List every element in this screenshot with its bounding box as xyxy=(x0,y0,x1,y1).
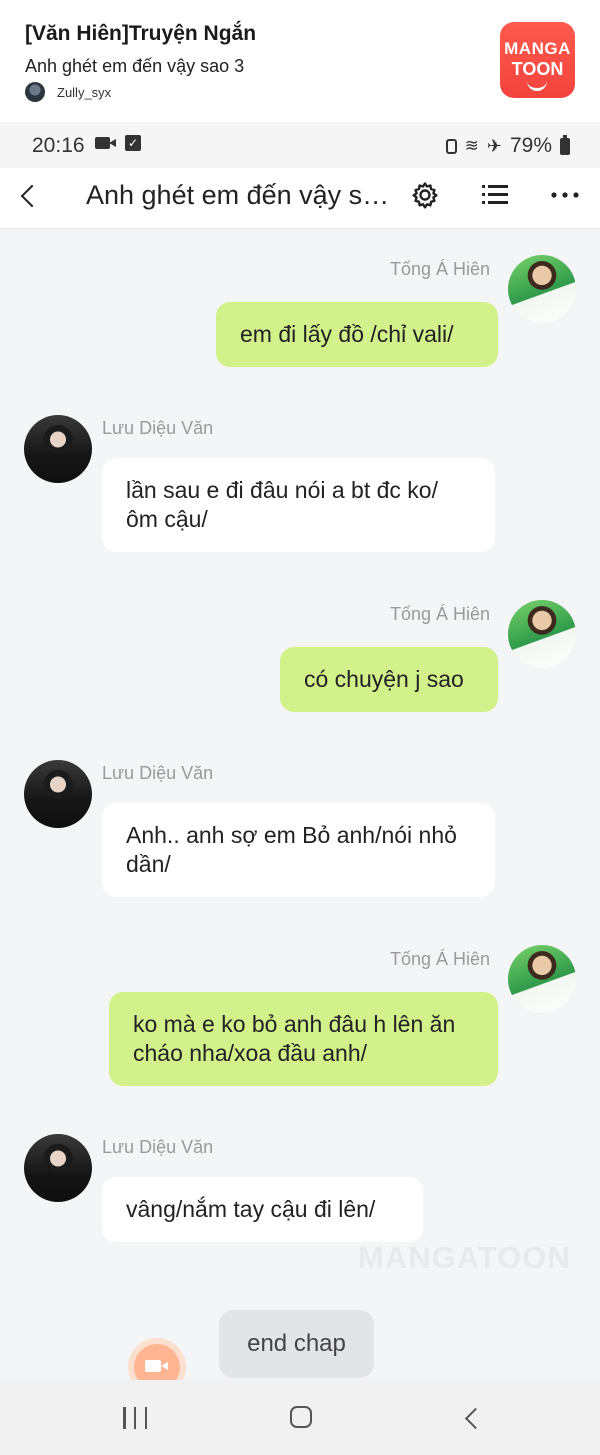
battery-icon xyxy=(560,134,570,155)
episode-title: Anh ghét em đến vậy sao 3 xyxy=(25,56,245,76)
logo-smile xyxy=(527,80,547,91)
battery-percent: 79% xyxy=(509,134,552,157)
logo-text-manga: MANGA xyxy=(504,39,571,58)
video-camera-icon xyxy=(145,1360,161,1372)
mangatoon-watermark: MANGATOON xyxy=(358,1240,571,1275)
app-bar: Anh ghét em đến vậy sao 3 xyxy=(0,168,600,229)
avatar[interactable] xyxy=(24,760,92,828)
airplane-icon: ✈ xyxy=(486,135,502,156)
sender-name: Tống Á Hiên xyxy=(390,949,491,969)
message-bubble: ko mà e ko bỏ anh đâu h lên ăn cháo nha/… xyxy=(109,992,498,1086)
message-bubble: lần sau e đi đâu nói a bt đc ko/ ôm cậu/ xyxy=(102,458,495,552)
back-arrow-icon[interactable] xyxy=(18,182,48,212)
sender-name: Lưu Diệu Văn xyxy=(102,418,214,438)
message-bubble: có chuyện j sao xyxy=(280,647,498,712)
system-nav-bar xyxy=(0,1380,600,1455)
sender-name: Lưu Diệu Văn xyxy=(102,763,214,783)
checkbox-icon: ✓ xyxy=(125,135,141,151)
author-info[interactable]: Zully_syx xyxy=(25,82,111,102)
end-chapter-button[interactable]: end chap xyxy=(219,1310,374,1378)
author-avatar xyxy=(25,82,45,102)
video-camera-icon xyxy=(95,135,117,151)
sender-name: Tống Á Hiên xyxy=(390,259,491,279)
avatar[interactable] xyxy=(508,600,576,668)
avatar[interactable] xyxy=(508,255,576,323)
gear-icon[interactable] xyxy=(410,180,440,210)
more-options-icon[interactable] xyxy=(550,181,580,209)
nav-back-icon[interactable] xyxy=(462,1407,484,1429)
story-title[interactable]: [Văn Hiên]Truyện Ngắn xyxy=(25,22,256,46)
home-icon[interactable] xyxy=(290,1406,312,1428)
author-name: Zully_syx xyxy=(57,84,112,100)
status-time: 20:16 xyxy=(32,134,85,157)
sender-name: Lưu Diệu Văn xyxy=(102,1137,214,1157)
chapter-list-icon[interactable] xyxy=(481,181,509,209)
status-right-icons: ≋ ✈ 79% xyxy=(445,134,570,158)
message-bubble: em đi lấy đồ /chỉ vali/ xyxy=(216,302,498,367)
avatar[interactable] xyxy=(24,415,92,483)
message-bubble: vâng/nắm tay cậu đi lên/ xyxy=(102,1177,423,1242)
wifi-icon: ≋ xyxy=(464,136,479,155)
status-bar: 20:16 ✓ ≋ ✈ 79% xyxy=(0,122,600,168)
lock-icon xyxy=(445,138,457,154)
message-bubble: Anh.. anh sợ em Bỏ anh/nói nhỏ dần/ xyxy=(102,803,495,897)
chat-area[interactable]: Tống Á Hiên em đi lấy đồ /chỉ vali/ Lưu … xyxy=(0,229,600,1379)
avatar[interactable] xyxy=(508,945,576,1013)
story-banner: [Văn Hiên]Truyện Ngắn Anh ghét em đến vậ… xyxy=(0,0,600,122)
sender-name: Tống Á Hiên xyxy=(390,604,491,624)
status-left-icons: ✓ xyxy=(95,135,141,151)
logo-text-toon: TOON xyxy=(511,59,564,79)
chapter-title: Anh ghét em đến vậy sao 3 xyxy=(86,180,396,210)
avatar[interactable] xyxy=(24,1134,92,1202)
recent-apps-icon[interactable] xyxy=(123,1407,147,1429)
mangatoon-logo[interactable]: MANGA TOON xyxy=(500,22,575,98)
